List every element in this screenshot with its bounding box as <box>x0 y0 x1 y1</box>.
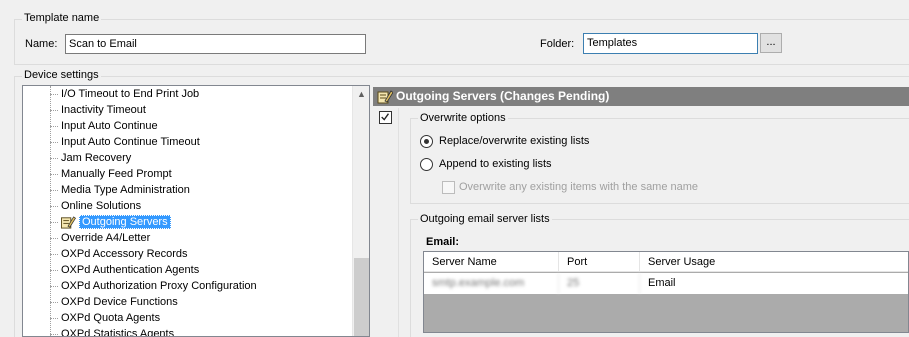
browse-folder-button[interactable]: ... <box>760 33 782 53</box>
replace-radio[interactable] <box>420 135 433 148</box>
server-name-cell: smtp.example.com <box>424 273 559 294</box>
enable-column-divider <box>398 108 399 337</box>
tree-item-selected[interactable]: Outgoing Servers <box>23 214 353 230</box>
tree-item[interactable]: Media Type Administration <box>23 182 353 198</box>
tree-item[interactable]: Inactivity Timeout <box>23 102 353 118</box>
tree-item[interactable]: Input Auto Continue Timeout <box>23 134 353 150</box>
folder-input[interactable]: Templates <box>583 33 758 54</box>
email-servers-grid[interactable]: Server Name Port Server Usage smtp.examp… <box>423 251 909 333</box>
tree-item[interactable]: OXPd Authorization Proxy Configuration <box>23 278 353 294</box>
column-header-server-usage[interactable]: Server Usage <box>640 252 909 271</box>
tree-item[interactable]: OXPd Device Functions <box>23 294 353 310</box>
tree-item-label: Manually Feed Prompt <box>61 168 172 180</box>
tree-item-label: Outgoing Servers <box>79 215 171 229</box>
tree-item-label: I/O Timeout to End Print Job <box>61 88 200 100</box>
tree-item-label: OXPd Authorization Proxy Configuration <box>61 280 257 292</box>
tree-item[interactable]: OXPd Accessory Records <box>23 246 353 262</box>
tree-item[interactable]: Jam Recovery <box>23 150 353 166</box>
scroll-up-arrow-icon[interactable]: ▲ <box>353 86 369 103</box>
tree-item[interactable]: OXPd Statistics Agents <box>23 326 353 337</box>
column-header-port[interactable]: Port <box>559 252 640 271</box>
tree-item[interactable]: Input Auto Continue <box>23 118 353 134</box>
tree-item[interactable]: Online Solutions <box>23 198 353 214</box>
column-header-server-name[interactable]: Server Name <box>424 252 559 271</box>
checkbox-checked-icon <box>381 113 390 121</box>
email-lists-title: Outgoing email server lists <box>418 213 552 225</box>
folder-label: Folder: <box>540 38 575 50</box>
pencil-note-icon <box>377 90 393 104</box>
tree-item-label: Override A4/Letter <box>61 232 151 244</box>
append-radio[interactable] <box>420 158 433 171</box>
grid-header: Server Name Port Server Usage <box>424 252 908 272</box>
tree-item-label: OXPd Quota Agents <box>61 312 161 324</box>
replace-label[interactable]: Replace/overwrite existing lists <box>439 135 589 147</box>
tree-item-label: Input Auto Continue Timeout <box>61 136 200 148</box>
panel-header-title: Outgoing Servers (Changes Pending) <box>396 89 610 103</box>
tree-item[interactable]: OXPd Quota Agents <box>23 310 353 326</box>
server-usage-cell: Email <box>648 277 676 289</box>
port-cell: 25 <box>559 273 640 294</box>
tree-item[interactable]: OXPd Authentication Agents <box>23 262 353 278</box>
tree-item-label: Inactivity Timeout <box>61 104 146 116</box>
append-label[interactable]: Append to existing lists <box>439 158 552 170</box>
tree-item-label: OXPd Authentication Agents <box>61 264 200 276</box>
tree-item[interactable]: Override A4/Letter <box>23 230 353 246</box>
tree-item-label: OXPd Device Functions <box>61 296 178 308</box>
overwrite-options-title: Overwrite options <box>418 112 508 124</box>
overwrite-items-checkbox[interactable] <box>442 181 455 194</box>
tree-items-container: I/O Timeout to End Print Job Inactivity T… <box>23 86 353 337</box>
tree-item-label: OXPd Statistics Agents <box>61 328 175 337</box>
tree-item[interactable]: Manually Feed Prompt <box>23 166 353 182</box>
template-name-input[interactable]: Scan to Email <box>65 34 366 54</box>
email-label: Email: <box>426 236 460 248</box>
table-row[interactable]: smtp.example.com 25 Email <box>424 273 908 294</box>
name-label: Name: <box>25 38 58 50</box>
scroll-thumb[interactable] <box>354 258 369 336</box>
device-settings-title: Device settings <box>22 69 101 81</box>
tree-item-label: Jam Recovery <box>61 152 132 164</box>
tree-item-label: OXPd Accessory Records <box>61 248 188 260</box>
tree-item-label: Input Auto Continue <box>61 120 158 132</box>
enable-setting-checkbox[interactable] <box>379 111 392 124</box>
overwrite-items-label: Overwrite any existing items with the sa… <box>459 181 699 193</box>
template-name-title: Template name <box>22 12 102 24</box>
panel-header: Outgoing Servers (Changes Pending) <box>373 87 909 106</box>
pencil-note-icon <box>60 216 76 229</box>
tree-item-label: Online Solutions <box>61 200 142 212</box>
tree-item[interactable]: I/O Timeout to End Print Job <box>23 86 353 102</box>
tree-item-label: Media Type Administration <box>61 184 190 196</box>
radio-selected-dot <box>424 139 429 144</box>
tree-scrollbar[interactable]: ▲ <box>352 86 369 336</box>
device-settings-tree[interactable]: I/O Timeout to End Print Job Inactivity T… <box>22 85 370 337</box>
